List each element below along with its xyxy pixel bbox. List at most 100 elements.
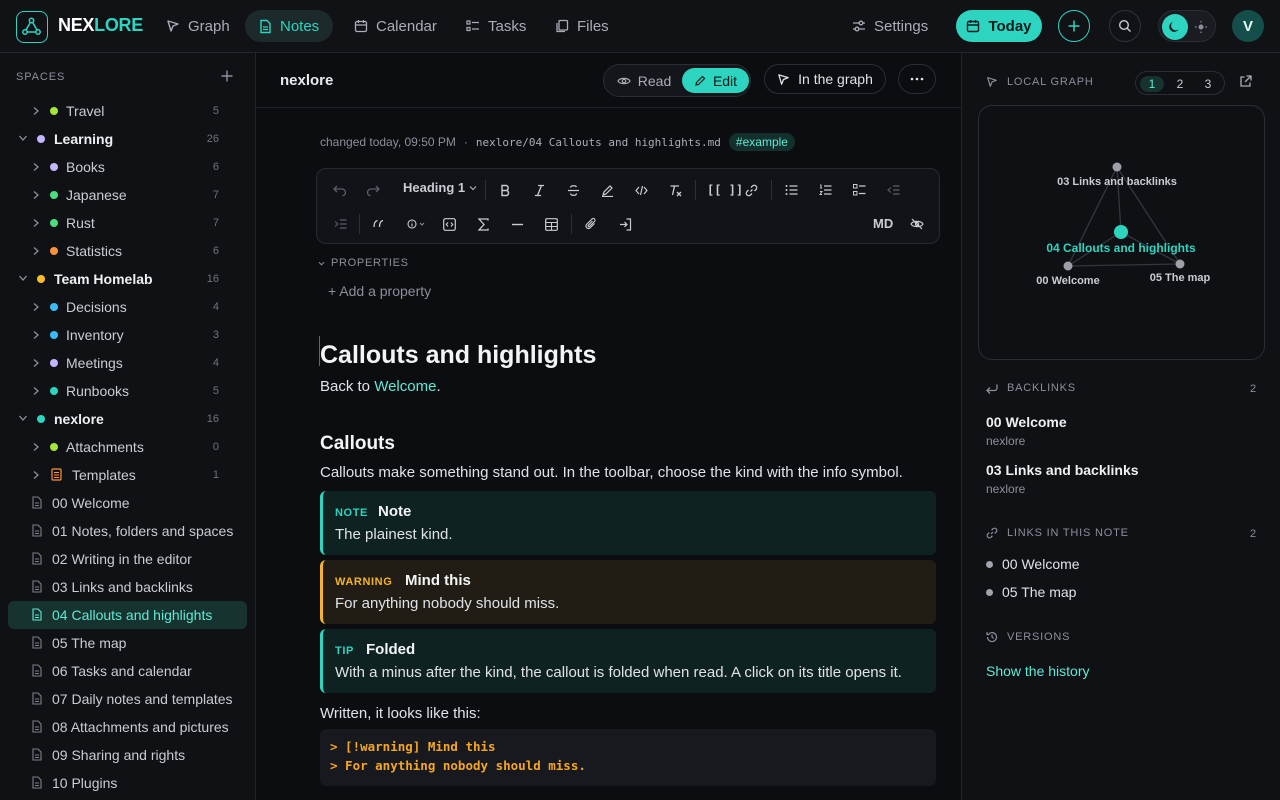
heading-select[interactable]: Heading 1 [403, 180, 477, 195]
sidebar-space-nexlore[interactable]: nexlore 16 [8, 405, 247, 433]
today-button[interactable]: Today [956, 10, 1042, 42]
outgoing-link[interactable]: 05 The map [986, 584, 1076, 600]
outdent-button[interactable] [879, 177, 907, 203]
more-options-button[interactable] [898, 64, 936, 94]
backlink-title[interactable]: 00 Welcome [986, 414, 1067, 430]
callout-note[interactable]: NOTE Note The plainest kind. [320, 491, 936, 555]
math-button[interactable] [469, 211, 497, 237]
code-block[interactable]: > [!warning] Mind this > For anything no… [320, 729, 936, 786]
hide-toolbar-button[interactable] [903, 211, 931, 237]
callout-title: Note [378, 503, 412, 520]
read-mode-button[interactable]: Read [607, 68, 681, 93]
graph-node-current[interactable] [1114, 225, 1128, 239]
sidebar-note-06[interactable]: 06 Tasks and calendar [8, 657, 247, 685]
inline-code-button[interactable] [627, 177, 655, 203]
sidebar-note-10[interactable]: 10 Plugins [8, 769, 247, 797]
depth-2[interactable]: 2 [1168, 76, 1192, 92]
sidebar-item-attachments[interactable]: Attachments 0 [8, 433, 247, 461]
sidebar-item-travel[interactable]: Travel 5 [8, 97, 247, 125]
code-block-button[interactable] [435, 211, 463, 237]
sidebar-item-japanese[interactable]: Japanese 7 [8, 181, 247, 209]
clear-format-button[interactable] [661, 177, 689, 203]
redo-button[interactable] [359, 177, 387, 203]
sidebar-item-meetings[interactable]: Meetings 4 [8, 349, 247, 377]
callout-warning[interactable]: WARNING Mind this For anything nobody sh… [320, 560, 936, 624]
breadcrumb[interactable]: nexlore [280, 72, 333, 89]
sidebar-note-07[interactable]: 07 Daily notes and templates [8, 685, 247, 713]
theme-toggle[interactable] [1158, 10, 1216, 42]
bold-button[interactable] [491, 177, 519, 203]
add-space-icon[interactable] [220, 69, 234, 83]
sidebar-note-09[interactable]: 09 Sharing and rights [8, 741, 247, 769]
sidebar-note-02[interactable]: 02 Writing in the editor [8, 545, 247, 573]
nav-tasks[interactable]: Tasks [452, 10, 540, 42]
nav-calendar[interactable]: Calendar [340, 10, 451, 42]
sidebar-note-01[interactable]: 01 Notes, folders and spaces [8, 517, 247, 545]
in-graph-button[interactable]: In the graph [764, 64, 886, 94]
markdown-toggle-button[interactable]: MD [873, 216, 893, 231]
search-button[interactable] [1109, 10, 1141, 42]
divider-button[interactable] [503, 211, 531, 237]
undo-button[interactable] [326, 177, 354, 203]
local-graph-canvas[interactable]: 03 Links and backlinks 04 Callouts and h… [978, 105, 1265, 360]
welcome-link[interactable]: Welcome [374, 378, 436, 395]
sidebar-note-04-active[interactable]: 04 Callouts and highlights [8, 601, 247, 629]
indent-button[interactable] [326, 211, 354, 237]
edit-mode-button[interactable]: Edit [682, 68, 749, 93]
graph-node-label: 00 Welcome [1036, 275, 1099, 287]
sliders-icon [853, 20, 865, 32]
outgoing-link[interactable]: 00 Welcome [986, 556, 1080, 572]
sidebar-item-inventory[interactable]: Inventory 3 [8, 321, 247, 349]
sidebar-item-decisions[interactable]: Decisions 4 [8, 293, 247, 321]
written-paragraph[interactable]: Written, it looks like this: [320, 705, 481, 722]
nav-graph[interactable]: Graph [152, 10, 244, 42]
graph-node[interactable] [1063, 261, 1073, 271]
italic-button[interactable] [525, 177, 553, 203]
open-external-icon[interactable] [1239, 75, 1252, 88]
nav-notes[interactable]: Notes [245, 10, 334, 42]
backlink-title[interactable]: 03 Links and backlinks [986, 462, 1139, 478]
sidebar-item-runbooks[interactable]: Runbooks 5 [8, 377, 247, 405]
embed-button[interactable] [611, 211, 639, 237]
sidebar-item-rust[interactable]: Rust 7 [8, 209, 247, 237]
settings-button[interactable]: Settings [838, 10, 942, 42]
sidebar-item-books[interactable]: Books 6 [8, 153, 247, 181]
link-button[interactable] [737, 177, 765, 203]
new-note-button[interactable] [1058, 10, 1090, 42]
sidebar-space-learning[interactable]: Learning 26 [8, 125, 247, 153]
depth-1[interactable]: 1 [1140, 76, 1164, 92]
outgoing-links-heading: LINKS IN THIS NOTE [986, 527, 1129, 539]
note-title[interactable]: Callouts and highlights [320, 341, 596, 370]
properties-toggle[interactable]: PROPERTIES [318, 257, 409, 269]
graph-node[interactable] [1112, 162, 1122, 172]
sidebar-item-statistics[interactable]: Statistics 6 [8, 237, 247, 265]
table-button[interactable] [537, 211, 565, 237]
numbered-list-button[interactable] [811, 177, 839, 203]
logo-icon[interactable] [16, 11, 48, 43]
sidebar-space-team-homelab[interactable]: Team Homelab 16 [8, 265, 247, 293]
nav-files[interactable]: Files [541, 10, 623, 42]
bullet-list-button[interactable] [777, 177, 805, 203]
sidebar-note-03[interactable]: 03 Links and backlinks [8, 573, 247, 601]
show-history-link[interactable]: Show the history [986, 663, 1090, 679]
tag-badge[interactable]: #example [728, 133, 795, 151]
section-heading[interactable]: Callouts [320, 433, 395, 455]
graph-node[interactable] [1175, 259, 1185, 269]
versions-heading: VERSIONS [986, 631, 1070, 643]
backlink-arrow-icon [986, 384, 998, 394]
strikethrough-button[interactable] [559, 177, 587, 203]
quote-button[interactable] [365, 211, 393, 237]
intro-paragraph[interactable]: Callouts make something stand out. In th… [320, 464, 903, 481]
sidebar-note-08[interactable]: 08 Attachments and pictures [8, 713, 247, 741]
checklist-button[interactable] [845, 177, 873, 203]
depth-3[interactable]: 3 [1196, 76, 1220, 92]
highlight-button[interactable] [593, 177, 621, 203]
sidebar-note-00-welcome[interactable]: 00 Welcome [8, 489, 247, 517]
sidebar-item-templates[interactable]: Templates 1 [8, 461, 247, 489]
avatar[interactable]: V [1232, 10, 1264, 42]
add-property-button[interactable]: + Add a property [328, 283, 431, 299]
callout-button[interactable] [399, 211, 435, 237]
sidebar-note-05[interactable]: 05 The map [8, 629, 247, 657]
callout-tip[interactable]: TIP Folded With a minus after the kind, … [320, 629, 936, 693]
attachment-button[interactable] [577, 211, 605, 237]
